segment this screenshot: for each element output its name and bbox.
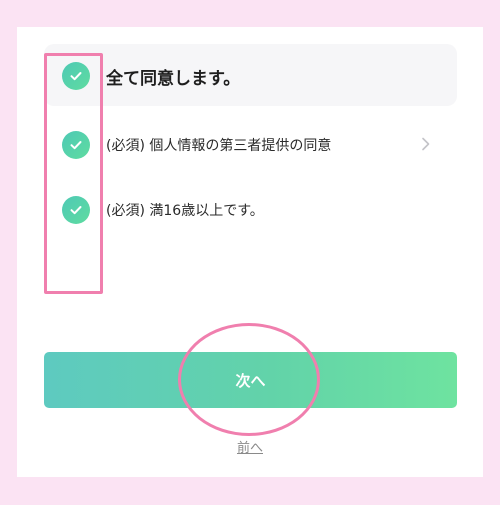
- agree-all-label: 全て同意します。: [106, 68, 241, 89]
- consent-item-label: (必須) 個人情報の第三者提供の同意: [106, 138, 332, 154]
- consent-item-label: (必須) 満16歳以上です。: [106, 203, 264, 219]
- checkbox-highlight-annotation: [44, 53, 103, 294]
- next-button-highlight-annotation: [178, 323, 320, 436]
- chevron-right-icon[interactable]: [418, 136, 434, 152]
- prev-link[interactable]: 前へ: [0, 437, 500, 456]
